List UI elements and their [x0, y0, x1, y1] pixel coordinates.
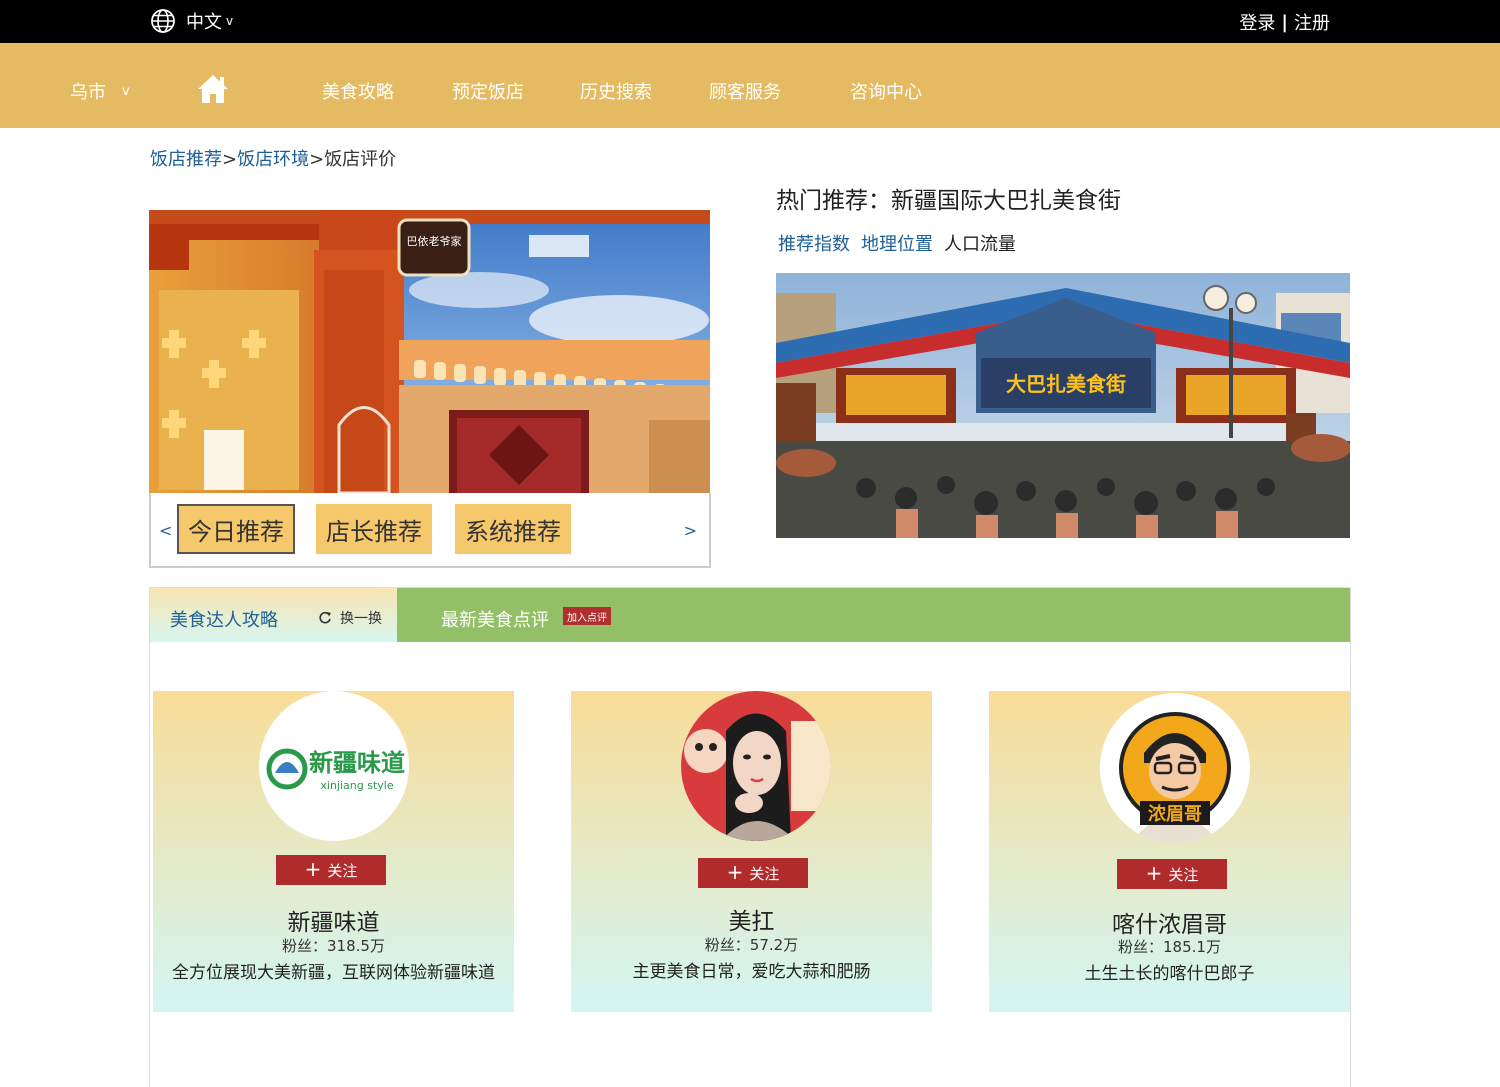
- carousel-next-button[interactable]: >: [684, 521, 697, 540]
- gate-sign-text: 大巴扎美食街: [1006, 372, 1126, 396]
- carousel-prev-button[interactable]: <: [159, 521, 172, 540]
- nav-item-book-restaurant[interactable]: 预定饭店: [452, 78, 524, 104]
- recommend-carousel: < 今日推荐 店长推荐 系统推荐 >: [149, 493, 711, 568]
- system-recommend-button[interactable]: 系统推荐: [455, 504, 571, 554]
- home-icon[interactable]: [196, 73, 230, 109]
- follow-label: 关注: [749, 864, 780, 883]
- plus-icon: +: [304, 857, 322, 881]
- nav-item-customer-service[interactable]: 顾客服务: [709, 78, 781, 104]
- logo-subtext: xinjiang style: [320, 779, 393, 792]
- expert-desc: 主更美食日常，爱吃大蒜和肥肠: [632, 962, 871, 982]
- nav-item-consult-center[interactable]: 咨询中心: [850, 78, 922, 104]
- hot-recommend-tabs: 推荐指数 地理位置 人口流量: [778, 230, 1016, 256]
- manager-recommend-button[interactable]: 店长推荐: [316, 504, 432, 554]
- chevron-down-icon: v: [122, 83, 130, 99]
- expert-desc: 全方位展现大美新疆，互联网体验新疆味道: [172, 963, 495, 983]
- globe-icon: [151, 9, 175, 33]
- nav-item-search-history[interactable]: 历史搜索: [580, 78, 652, 104]
- avatar[interactable]: 新疆味道 xinjiang style: [259, 691, 409, 841]
- nav-item-food-guide[interactable]: 美食攻略: [322, 78, 394, 104]
- expert-fans: 粉丝：57.2万: [704, 936, 799, 954]
- breadcrumb: 饭店推荐>饭店环境>饭店评价: [150, 145, 396, 171]
- avatar[interactable]: [681, 691, 831, 841]
- expert-fans: 粉丝：318.5万: [282, 937, 385, 955]
- tab-food-guides-label: 美食达人攻略: [170, 610, 278, 631]
- logo-text: 新疆味道: [309, 749, 405, 777]
- join-review-badge[interactable]: 加入点评: [563, 607, 611, 625]
- plus-icon: +: [1145, 861, 1163, 885]
- logo-text: 浓眉哥: [1148, 804, 1202, 825]
- language-selector[interactable]: 中文 v: [150, 8, 233, 34]
- top-bar: 中文 v 登录 | 注册: [0, 0, 1500, 43]
- register-link[interactable]: 注册: [1294, 9, 1330, 35]
- tab-food-guides[interactable]: 美食达人攻略 换一换: [150, 588, 397, 642]
- tab-recommend-index[interactable]: 推荐指数: [778, 230, 850, 256]
- follow-button[interactable]: + 关注: [276, 855, 386, 885]
- auth-separator: |: [1281, 11, 1288, 33]
- svg-text:巴依老爷家: 巴依老爷家: [407, 234, 462, 248]
- follow-button[interactable]: + 关注: [698, 858, 808, 888]
- refresh-button[interactable]: 换一换: [318, 608, 382, 628]
- breadcrumb-separator: >: [222, 149, 238, 170]
- breadcrumb-restaurant-environment[interactable]: 饭店环境: [237, 149, 309, 170]
- tab-latest-reviews[interactable]: 最新美食点评: [441, 606, 549, 632]
- follow-label: 关注: [1168, 865, 1199, 884]
- expert-name: 新疆味道: [287, 910, 380, 936]
- breadcrumb-restaurant-recommend[interactable]: 饭店推荐: [150, 149, 222, 170]
- panel-tab-bar: 美食达人攻略 换一换 最新美食点评 加入点评: [150, 588, 1350, 642]
- tab-location[interactable]: 地理位置: [861, 230, 933, 256]
- expert-card: 浓眉哥 + 关注 喀什浓眉哥 粉丝：185.1万 土生土长的喀什巴郎子: [989, 691, 1350, 1012]
- refresh-icon: [319, 611, 331, 624]
- avatar[interactable]: 浓眉哥: [1100, 693, 1250, 843]
- chevron-down-icon: v: [226, 14, 234, 28]
- today-recommend-button[interactable]: 今日推荐: [177, 504, 295, 554]
- food-expert-panel: 美食达人攻略 换一换 最新美食点评 加入点评 新疆味道 xinjiang sty…: [149, 587, 1351, 1087]
- hot-recommend-title: 热门推荐：新疆国际大巴扎美食街: [776, 188, 1121, 214]
- tab-foot-traffic[interactable]: 人口流量: [944, 230, 1016, 256]
- plus-icon: +: [726, 860, 744, 884]
- auth-links: 登录 | 注册: [1239, 9, 1330, 35]
- breadcrumb-current: 饭店评价: [324, 149, 397, 170]
- restaurant-interior-image: 巴依老爷家: [149, 210, 710, 493]
- expert-name: 美扛: [728, 909, 775, 935]
- language-label: 中文: [186, 12, 222, 33]
- expert-desc: 土生土长的喀什巴郎子: [1084, 964, 1255, 984]
- expert-name: 喀什浓眉哥: [1112, 912, 1227, 938]
- city-selector[interactable]: 乌市 v: [70, 78, 130, 104]
- bazaar-food-street-image: 大巴扎美食街: [776, 273, 1350, 538]
- expert-card: + 关注 美扛 粉丝：57.2万 主更美食日常，爱吃大蒜和肥肠: [571, 691, 932, 1012]
- expert-fans: 粉丝：185.1万: [1118, 938, 1221, 956]
- breadcrumb-separator: >: [309, 149, 325, 170]
- follow-button[interactable]: + 关注: [1117, 859, 1227, 889]
- city-label: 乌市: [70, 82, 106, 103]
- follow-label: 关注: [327, 861, 358, 880]
- expert-card: 新疆味道 xinjiang style + 关注 新疆味道 粉丝：318.5万 …: [153, 691, 514, 1012]
- main-nav: 乌市 v 美食攻略 预定饭店 历史搜索 顾客服务 咨询中心: [0, 43, 1500, 128]
- refresh-label: 换一换: [340, 611, 382, 627]
- login-link[interactable]: 登录: [1239, 9, 1275, 35]
